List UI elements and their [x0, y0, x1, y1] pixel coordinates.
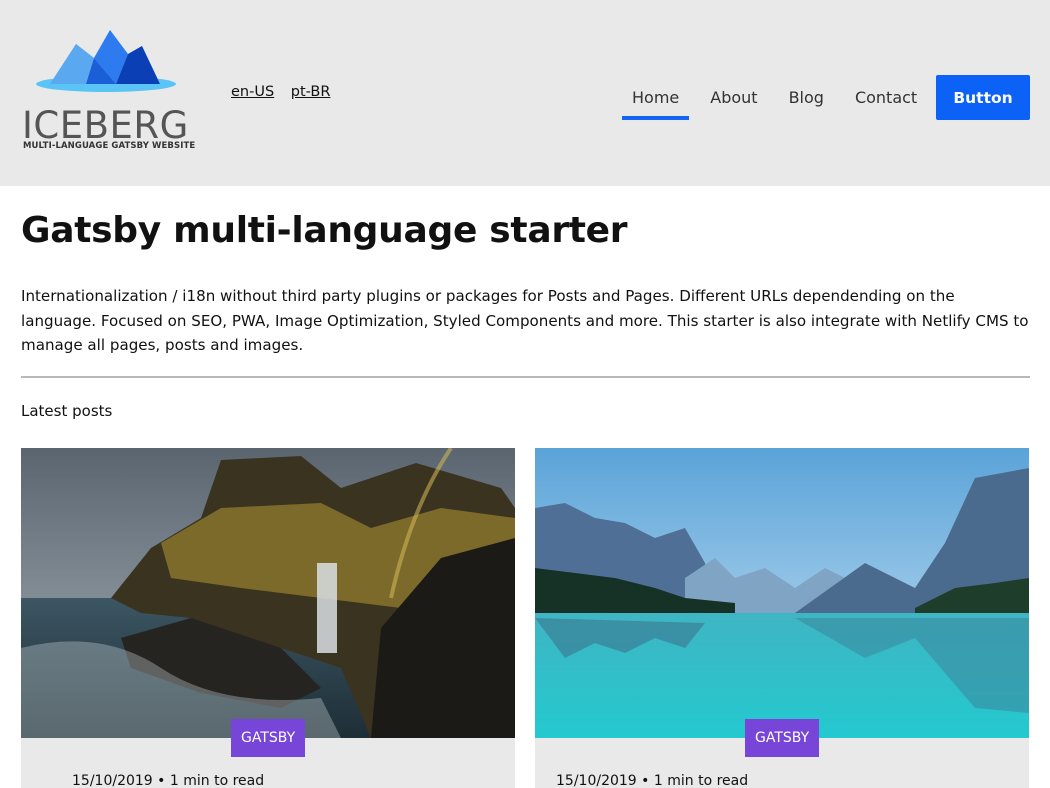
main-nav: Home About Blog Contact [622, 86, 938, 120]
meta-separator: • [641, 773, 654, 788]
meta-separator: • [157, 773, 170, 788]
page-title: Gatsby multi-language starter [21, 210, 628, 251]
iceberg-logo[interactable]: ICEBERG MULTI-LANGUAGE GATSBY WEBSITE [22, 28, 196, 158]
post-image-coastal-cliff[interactable] [21, 448, 515, 738]
language-switcher: en-US pt-BR [231, 84, 342, 100]
iceberg-icon [36, 30, 176, 92]
intro-paragraph: Internationalization / i18n without thir… [21, 287, 1029, 354]
post-date: 15/10/2019 [72, 773, 153, 788]
latest-posts-heading: Latest posts [21, 402, 113, 420]
post-date: 15/10/2019 [556, 773, 637, 788]
post-tag[interactable]: GATSBY [231, 719, 306, 757]
post-read-time: 1 min to read [653, 773, 749, 788]
lang-link-en-us[interactable]: en-US [231, 84, 274, 100]
post-meta: 15/10/2019 • 1 min to read [556, 773, 748, 788]
divider [21, 376, 1030, 378]
post-tag[interactable]: GATSBY [745, 719, 820, 757]
nav-item-contact[interactable]: Contact [845, 86, 927, 120]
post-meta: 15/10/2019 • 1 min to read [72, 773, 264, 788]
logo-tagline: MULTI-LANGUAGE GATSBY WEBSITE [23, 141, 196, 151]
nav-item-blog[interactable]: Blog [779, 86, 834, 120]
nav-item-home[interactable]: Home [622, 86, 690, 120]
header-cta-button[interactable]: Button [936, 75, 1030, 120]
post-read-time: 1 min to read [169, 773, 265, 788]
nav-item-about[interactable]: About [700, 86, 767, 120]
post-image-mountain-lake[interactable] [535, 448, 1029, 738]
lang-link-pt-br[interactable]: pt-BR [291, 84, 331, 100]
